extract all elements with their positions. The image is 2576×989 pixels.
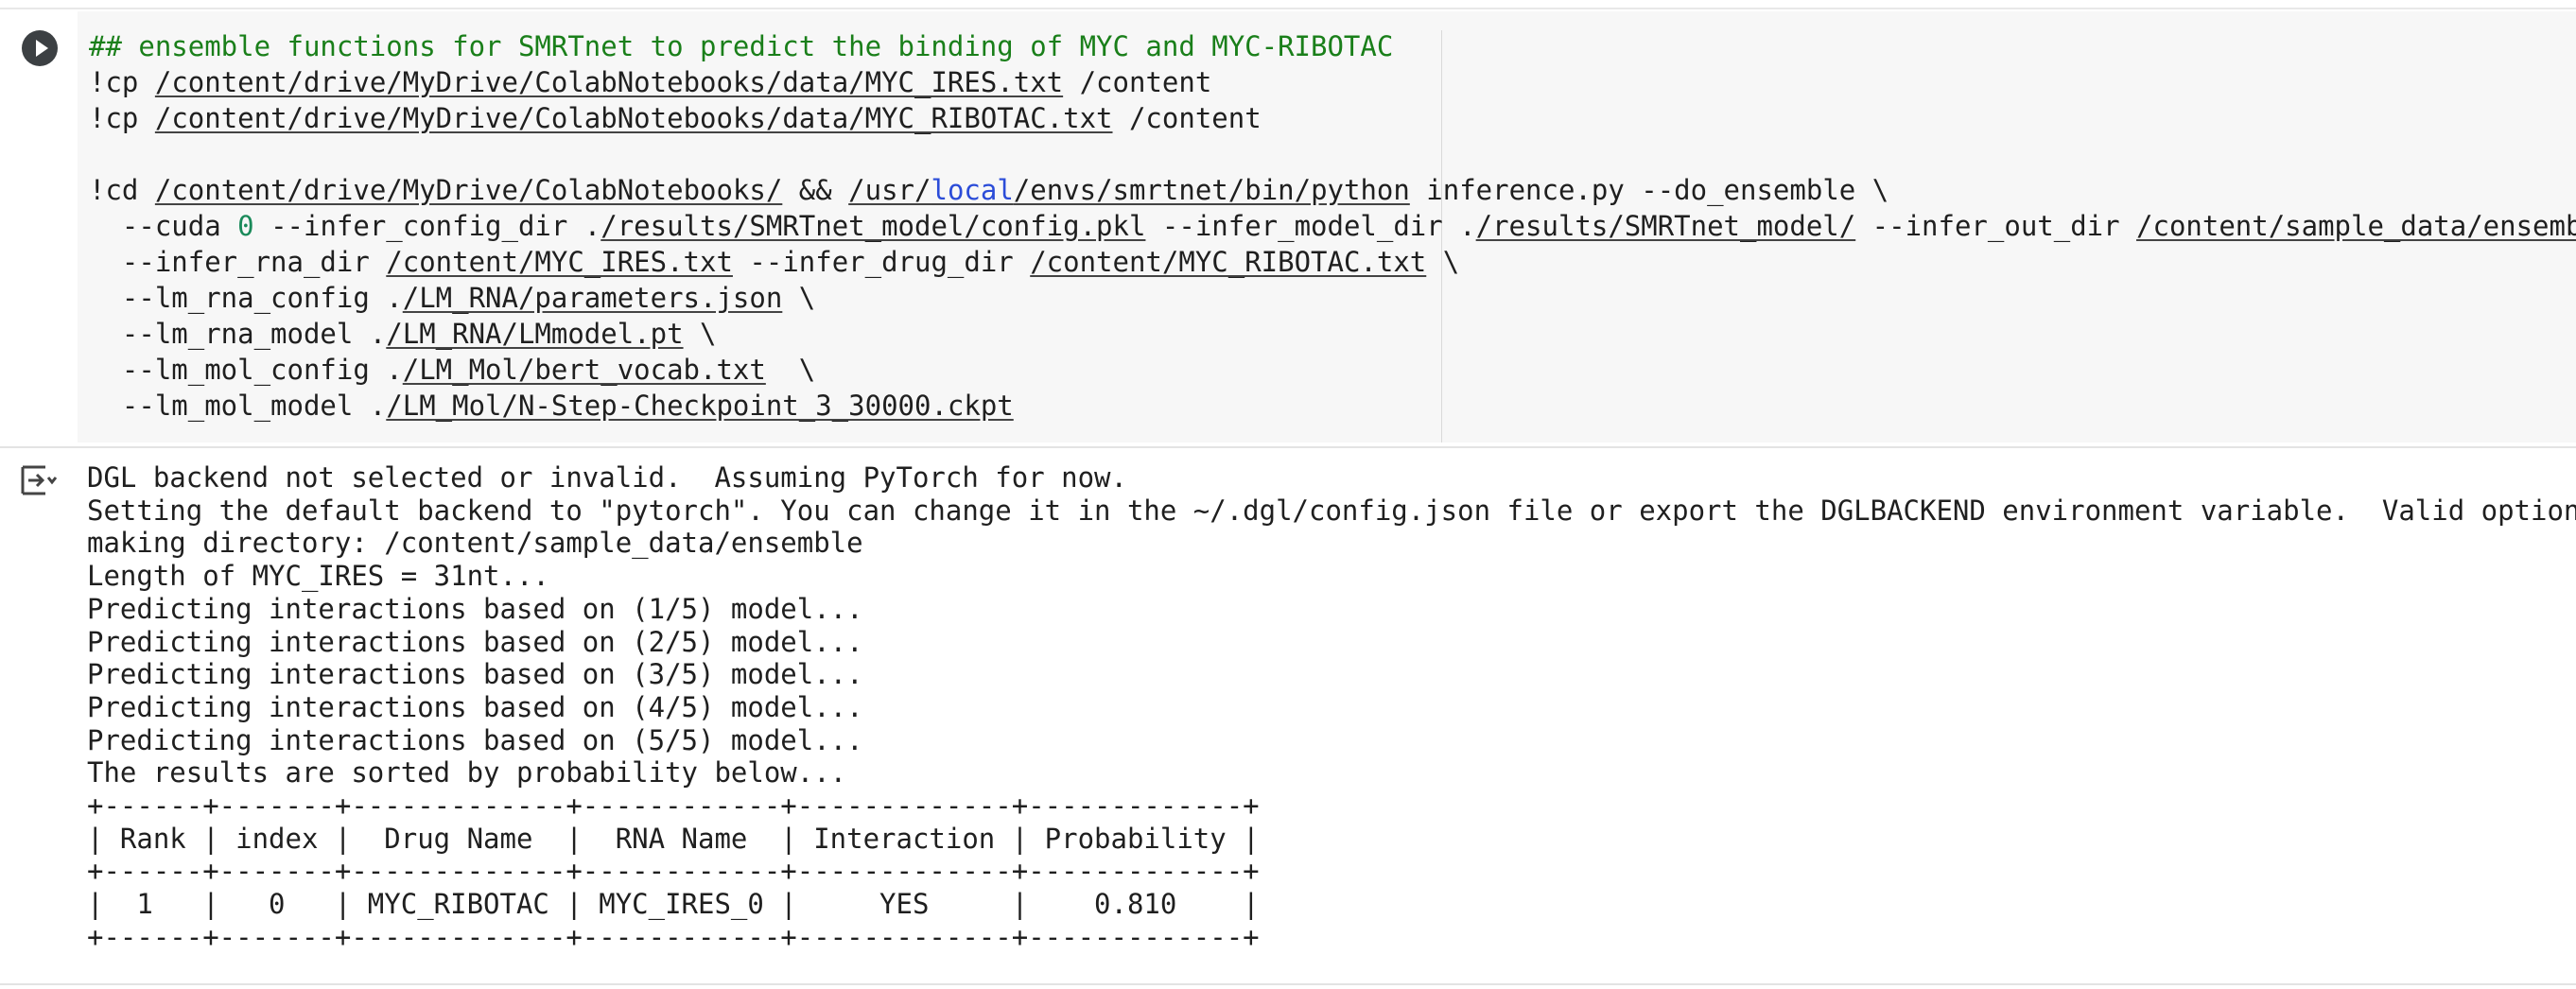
output-line: Predicting interactions based on (5/5) m… [87, 723, 863, 756]
code-cell[interactable]: ## ensemble functions for SMRTnet to pre… [0, 11, 2576, 442]
code-line-mol-model: --lm_mol_model ./LM_Mol/N-Step-Checkpoin… [89, 388, 2576, 424]
path-link[interactable]: /LM_Mol/bert_vocab.txt [403, 354, 766, 386]
code-line-rna-model: --lm_rna_model ./LM_RNA/LMmodel.pt \ [89, 316, 2576, 352]
shell-args: inference.py --do_ensemble \ [1409, 174, 1889, 206]
path-link[interactable]: /results/SMRTnet_model/config.pkl [600, 210, 1145, 242]
arg-text: --infer_drug_dir [732, 246, 1031, 278]
code-line-rna-config: --lm_rna_config ./LM_RNA/parameters.json… [89, 280, 2576, 316]
keyword-token: local [931, 174, 1014, 206]
shell-bang: ! [89, 66, 106, 98]
arg-text: \ [1426, 246, 1460, 278]
output-line: making directory: /content/sample_data/e… [87, 527, 863, 560]
code-line-mol-config: --lm_mol_config ./LM_Mol/bert_vocab.txt … [89, 352, 2576, 388]
path-link[interactable]: /results/SMRTnet_model/ [1476, 210, 1856, 242]
output-menu-icon[interactable] [19, 463, 61, 497]
output-line: Predicting interactions based on (2/5) m… [87, 625, 863, 658]
arg-text: --infer_model_dir . [1145, 210, 1476, 242]
path-link[interactable]: /content/drive/MyDrive/ColabNotebooks/ [155, 174, 782, 206]
arg-text: \ [765, 354, 816, 386]
code-text: ## ensemble functions for SMRTnet to pre… [89, 28, 2576, 424]
output-line: Predicting interactions based on (3/5) m… [87, 658, 863, 691]
path-link[interactable]: /LM_RNA/parameters.json [403, 282, 783, 314]
cell-gutter [0, 11, 78, 442]
code-line-cd: !cd /content/drive/MyDrive/ColabNotebook… [89, 172, 2576, 208]
path-link[interactable]: /usr/local/envs/smrtnet/bin/python [848, 174, 1410, 206]
path-link[interactable]: /content/sample_data/ensemble [2136, 210, 2576, 242]
arg-text: --infer_rna_dir [89, 246, 387, 278]
path-text: /content [1063, 66, 1212, 98]
output-cell: DGL backend not selected or invalid. Ass… [0, 446, 2576, 989]
output-line: DGL backend not selected or invalid. Ass… [87, 461, 1127, 494]
path-link[interactable]: /content/drive/MyDrive/ColabNotebooks/da… [155, 102, 1113, 134]
path-text: /content [1112, 102, 1262, 134]
shell-cmd: cd [105, 174, 155, 206]
arg-text: --lm_rna_config . [89, 282, 403, 314]
top-divider [0, 8, 2576, 9]
bottom-divider [0, 983, 2576, 985]
output-line: Predicting interactions based on (1/5) m… [87, 592, 863, 625]
arg-text: \ [683, 318, 717, 350]
code-editor[interactable]: ## ensemble functions for SMRTnet to pre… [78, 11, 2576, 442]
output-text: DGL backend not selected or invalid. Ass… [87, 461, 2576, 954]
code-line-infer-dirs: --infer_rna_dir /content/MYC_IRES.txt --… [89, 244, 2576, 280]
shell-bang: ! [89, 102, 106, 134]
arg-text: --lm_mol_config . [89, 354, 403, 386]
path-link[interactable]: /LM_Mol/N-Step-Checkpoint_3_30000.ckpt [386, 390, 1013, 422]
code-line-cuda: --cuda 0 --infer_config_dir ./results/SM… [89, 208, 2576, 244]
shell-cmd: cp [105, 102, 155, 134]
path-part: /usr/ [848, 174, 931, 206]
arg-text: --lm_mol_model . [89, 390, 387, 422]
number-token: 0 [237, 210, 254, 242]
play-circle-icon[interactable] [22, 30, 58, 66]
output-line: Length of MYC_IRES = 31nt... [87, 560, 549, 593]
shell-bang: ! [89, 174, 106, 206]
shell-cmd: cp [105, 66, 155, 98]
path-link[interactable]: /LM_RNA/LMmodel.pt [386, 318, 683, 350]
path-part: /envs/smrtnet/bin/python [1013, 174, 1410, 206]
results-table-header: | Rank | index | Drug Name | RNA Name | … [87, 822, 1260, 855]
arg-text: \ [782, 282, 816, 314]
code-line-cp-ribotac: !cp /content/drive/MyDrive/ColabNotebook… [89, 100, 2576, 136]
code-line-cp-ires: !cp /content/drive/MyDrive/ColabNotebook… [89, 64, 2576, 100]
path-link[interactable]: /content/MYC_RIBOTAC.txt [1030, 246, 1426, 278]
results-table-border: +------+-------+-------------+----------… [87, 920, 1260, 953]
arg-text: --lm_rna_model . [89, 318, 387, 350]
output-line: Predicting interactions based on (4/5) m… [87, 690, 863, 723]
arg-text: --infer_config_dir . [253, 210, 601, 242]
path-link[interactable]: /content/drive/MyDrive/ColabNotebooks/da… [155, 66, 1063, 98]
output-line: Setting the default backend to "pytorch"… [87, 494, 2576, 527]
path-link[interactable]: /content/MYC_IRES.txt [386, 246, 733, 278]
results-table-border: +------+-------+-------------+----------… [87, 855, 1260, 888]
results-table-border: +------+-------+-------------+----------… [87, 789, 1260, 823]
output-area[interactable]: DGL backend not selected or invalid. Ass… [78, 448, 2576, 989]
output-line: The results are sorted by probability be… [87, 756, 847, 789]
arg-text: --infer_out_dir [1855, 210, 2137, 242]
results-table-row: | 1 | 0 | MYC_RIBOTAC | MYC_IRES_0 | YES… [87, 888, 1260, 921]
code-comment: ## ensemble functions for SMRTnet to pre… [89, 30, 1394, 62]
arg-text: --cuda [89, 210, 238, 242]
shell-op: && [782, 174, 849, 206]
